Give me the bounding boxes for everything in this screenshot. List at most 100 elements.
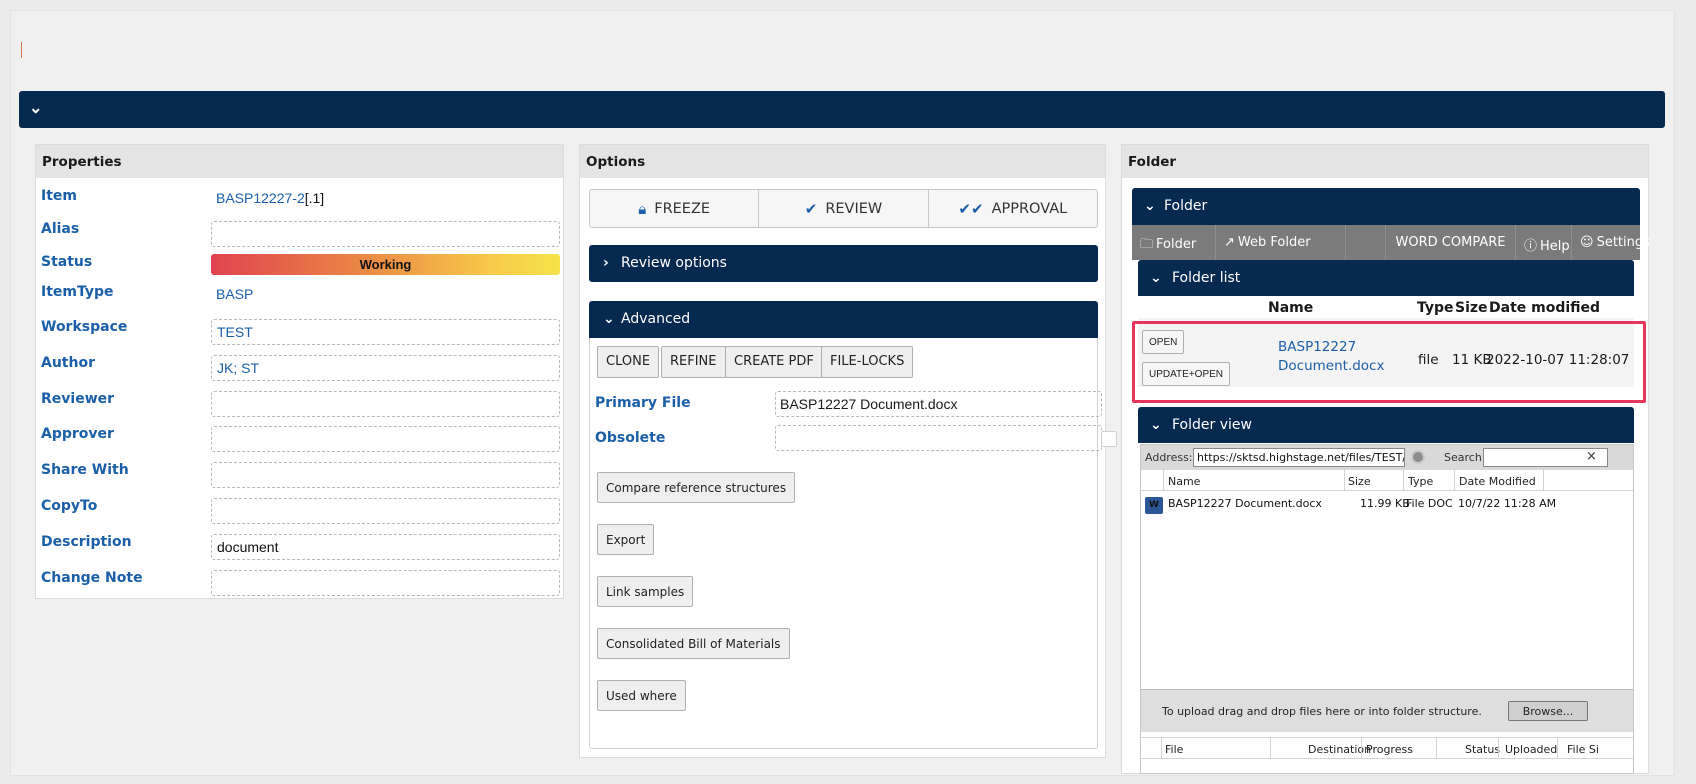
col-type: Type [1417, 300, 1454, 316]
refine-button[interactable]: REFINE [661, 346, 726, 378]
fv-file-size: 11.99 KB [1360, 497, 1410, 510]
export-button[interactable]: Export [597, 524, 655, 555]
workspace-field[interactable]: TEST [211, 319, 560, 345]
prop-change-note: Change Note [41, 570, 560, 600]
folder-list-columns: Name Type Size Date modified [1138, 296, 1634, 318]
item-link[interactable]: BASP12227-2[.1] [211, 186, 560, 212]
upload-columns: File Destination Progress Status Uploade… [1141, 737, 1633, 759]
folder-header[interactable]: ⌄ Folder [1132, 188, 1640, 225]
prop-label-status: Status [41, 254, 93, 270]
reviewer-field[interactable] [211, 391, 560, 417]
chevron-down-icon: ⌄ [603, 311, 615, 327]
help-label: Help [1540, 239, 1570, 254]
fv-col-date[interactable]: Date Modified [1459, 475, 1536, 488]
change-note-field[interactable] [211, 570, 560, 596]
prop-label-reviewer: Reviewer [41, 391, 115, 407]
create-pdf-button[interactable]: CREATE PDF [725, 346, 823, 378]
address-input[interactable]: https://sktsd.highstage.net/files/TEST/B… [1193, 448, 1405, 467]
prop-workspace: Workspace TEST [41, 319, 560, 349]
compare-reference-structures-button[interactable]: Compare reference structures [597, 472, 796, 503]
prop-status: Status Working [41, 254, 560, 284]
item-id[interactable]: BASP12227-2 [216, 190, 305, 206]
advanced-body: CLONE REFINE CREATE PDF FILE-LOCKS Prima… [589, 338, 1117, 749]
word-document-icon: W [1145, 497, 1163, 514]
folder-view: Address: https://sktsd.highstage.net/fil… [1140, 444, 1634, 774]
freeze-button[interactable]: 🔒︎ FREEZE [590, 190, 760, 227]
address-label: Address: [1145, 451, 1193, 464]
link-samples-button[interactable]: Link samples [597, 576, 694, 607]
folder-view-columns: Name Size Type Date Modified [1141, 470, 1633, 491]
fv-col-type[interactable]: Type [1408, 475, 1433, 488]
fv-col-size[interactable]: Size [1348, 475, 1371, 488]
upload-hint: To upload drag and drop files here or in… [1162, 705, 1482, 718]
advanced-label: Advanced [621, 311, 691, 327]
alias-field[interactable] [211, 221, 560, 247]
help-button[interactable]: ⓘ Help [1516, 225, 1572, 260]
status-badge: Working [211, 254, 560, 275]
prop-reviewer: Reviewer [41, 391, 560, 421]
folder-list-header[interactable]: ⌄ Folder list [1138, 260, 1634, 296]
search-label: Search: [1444, 451, 1486, 464]
options-panel: Options 🔒︎ FREEZE ✔ REVIEW ✔✔ APPROVAL › Rev… [579, 144, 1117, 758]
prop-approver: Approver [41, 426, 560, 456]
up-col-progress: Progress [1366, 743, 1413, 756]
freeze-label: FREEZE [654, 200, 711, 217]
up-col-status: Status [1465, 743, 1501, 756]
description-field[interactable]: document [211, 534, 560, 560]
folder-list-label: Folder list [1172, 270, 1241, 286]
web-folder-button[interactable]: ↗ Web Folder [1216, 225, 1346, 260]
review-options-header[interactable]: › Review options [589, 245, 1098, 282]
up-col-uploaded: Uploaded [1505, 743, 1558, 756]
refresh-icon[interactable] [1411, 450, 1425, 464]
options-title: Options [580, 145, 1105, 178]
prop-label-approver: Approver [41, 426, 114, 442]
approval-label: APPROVAL [991, 200, 1068, 217]
toolbar-spacer [1346, 225, 1386, 260]
prop-author: Author JK; ST [41, 355, 560, 385]
upload-zone[interactable]: To upload drag and drop files here or in… [1141, 689, 1633, 732]
share-with-field[interactable] [211, 462, 560, 488]
advanced-header[interactable]: ⌄ Advanced [589, 301, 1098, 338]
folder-panel: Folder ⌄ Folder 🗀︎ Folder ↗ Web Folder WORD… [1121, 144, 1650, 774]
prop-description: Description document [41, 534, 560, 564]
word-compare-button[interactable]: WORD COMPARE [1386, 225, 1516, 260]
settings-label: Settings [1596, 235, 1650, 250]
check-icon: ✔ [804, 199, 818, 218]
used-where-button[interactable]: Used where [597, 680, 686, 711]
chevron-down-icon: ⌄ [1150, 270, 1162, 286]
approver-field[interactable] [211, 426, 560, 452]
workflow-tabs: 🔒︎ FREEZE ✔ REVIEW ✔✔ APPROVAL [589, 189, 1098, 228]
clone-button[interactable]: CLONE [597, 346, 660, 378]
user-settings-icon: ☺ [1580, 235, 1594, 250]
fv-file-name[interactable]: BASP12227 Document.docx [1168, 497, 1322, 510]
browse-button[interactable]: Browse... [1508, 701, 1588, 721]
chevron-down-icon: ⌄ [1144, 198, 1156, 214]
author-field[interactable]: JK; ST [211, 355, 560, 381]
address-bar: Address: https://sktsd.highstage.net/fil… [1141, 445, 1633, 470]
chevron-right-icon: › [603, 255, 609, 271]
settings-button[interactable]: ☺ Settings [1572, 225, 1650, 260]
consolidated-bom-button[interactable]: Consolidated Bill of Materials [597, 628, 790, 659]
folder-button-label: Folder [1156, 237, 1197, 252]
review-button[interactable]: ✔ REVIEW [759, 190, 929, 227]
copyto-field[interactable] [211, 498, 560, 524]
obsolete-checkbox[interactable] [1101, 431, 1117, 447]
folder-view-label: Folder view [1172, 417, 1252, 433]
primary-file-field[interactable]: BASP12227 Document.docx [775, 391, 1102, 417]
folder-panel-title: Folder [1122, 145, 1648, 178]
folder-button[interactable]: 🗀︎ Folder [1132, 225, 1216, 260]
chevron-down-icon[interactable]: ⌄ [29, 98, 42, 118]
collapse-banner[interactable]: ⌄ [19, 91, 1665, 128]
fv-col-name[interactable]: Name [1168, 475, 1200, 488]
folder-view-header[interactable]: ⌄ Folder view [1138, 407, 1634, 443]
close-icon[interactable]: × [1586, 449, 1597, 464]
prop-share-with: Share With [41, 462, 560, 492]
text-cursor [21, 42, 22, 58]
itemtype-value: BASP [216, 286, 254, 302]
folder-toolbar: 🗀︎ Folder ↗ Web Folder WORD COMPARE ⓘ Help … [1132, 225, 1650, 260]
col-name: Name [1268, 300, 1314, 316]
approval-button[interactable]: ✔✔ APPROVAL [929, 190, 1097, 227]
file-locks-button[interactable]: FILE-LOCKS [821, 346, 914, 378]
prop-copyto: CopyTo [41, 498, 560, 528]
properties-panel: Properties Item BASP12227-2[.1] Alias St… [35, 144, 564, 599]
